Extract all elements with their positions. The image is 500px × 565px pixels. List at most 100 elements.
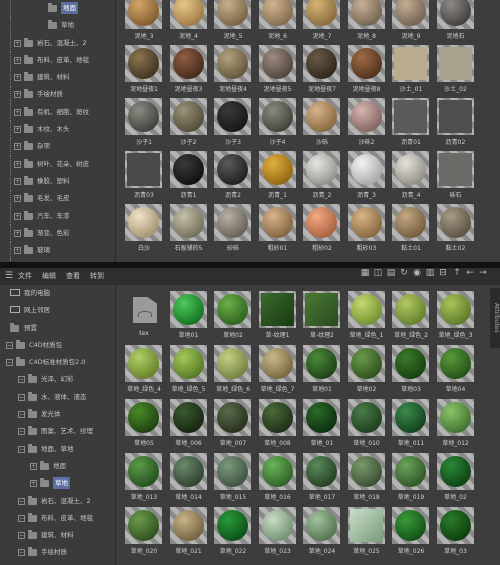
expand-icon[interactable]: −: [18, 376, 25, 384]
refresh-icon[interactable]: ↻: [399, 268, 409, 278]
material-thumbnail[interactable]: 草地01: [167, 291, 209, 341]
forward-arrow-icon[interactable]: →: [478, 268, 488, 278]
tree-item[interactable]: + 手绘材质: [0, 86, 115, 104]
top-folder-tree[interactable]: 地面 草地 + 岩石、混凝土、2 + 布料、皮革、地毯 + 建筑、材料 + 手绘材质 + 有机、细胞、…: [0, 0, 116, 262]
material-thumbnail[interactable]: 草地_019: [389, 453, 431, 503]
material-thumbnail[interactable]: 泥地_5: [211, 0, 253, 42]
material-thumbnail[interactable]: 草地03: [389, 345, 431, 395]
material-thumbnail[interactable]: 草地_013: [122, 453, 164, 503]
menu-file[interactable]: 文件: [18, 268, 32, 285]
menu-view[interactable]: 查看: [66, 268, 80, 285]
tree-item[interactable]: + 玻璃: [0, 242, 115, 260]
material-thumbnail[interactable]: 沙土_02: [434, 45, 476, 95]
tree-item[interactable]: + 渐变、色彩: [0, 224, 115, 243]
material-thumbnail[interactable]: 草地_绿色_2: [389, 291, 431, 341]
expand-icon[interactable]: +: [30, 480, 37, 488]
material-thumbnail[interactable]: 草地_007: [211, 399, 253, 449]
attributes-side-tab[interactable]: Attributes: [490, 288, 500, 348]
expand-icon[interactable]: −: [18, 497, 25, 505]
material-thumbnail[interactable]: 草地_绿色_7: [256, 345, 298, 395]
list-icon[interactable]: ▤: [386, 268, 396, 278]
tree-item[interactable]: − 布料、皮革、地毯: [0, 510, 115, 527]
tree-item[interactable]: − 发光体: [0, 406, 115, 423]
expand-icon[interactable]: −: [18, 514, 25, 522]
material-thumbnail[interactable]: 砂砾: [211, 204, 253, 254]
tree-item[interactable]: − 手绘材质: [0, 544, 115, 561]
material-thumbnail[interactable]: 白沙: [122, 204, 164, 254]
material-thumbnail[interactable]: 草地_020: [122, 507, 164, 557]
collapse-icon[interactable]: ⊟: [438, 268, 448, 278]
folder-thumbnail[interactable]: tex: [122, 291, 164, 341]
material-thumbnail[interactable]: 草地_012: [434, 399, 476, 449]
material-thumbnail[interactable]: 沥青_4: [389, 151, 431, 201]
menu-icon[interactable]: ☰: [4, 271, 14, 281]
material-thumbnail[interactable]: 草地_024: [300, 507, 342, 557]
material-thumbnail[interactable]: 沥青2: [211, 151, 253, 201]
tree-item[interactable]: − 光泽、幻彩: [0, 371, 115, 388]
material-thumbnail[interactable]: 粗砂03: [345, 204, 387, 254]
material-thumbnail[interactable]: 草-纹理2: [300, 291, 342, 341]
up-arrow-icon[interactable]: ↑: [452, 268, 462, 278]
expand-icon[interactable]: +: [14, 177, 21, 185]
expand-icon[interactable]: −: [18, 411, 25, 419]
material-thumbnail[interactable]: 泥地昼夜4: [211, 45, 253, 95]
split-icon[interactable]: ◫: [373, 268, 383, 278]
tree-item[interactable]: − 水、液体、液态: [0, 389, 115, 406]
tree-item[interactable]: + 树叶、花朵、树皮: [0, 155, 115, 173]
material-thumbnail[interactable]: 泥地_3: [122, 0, 164, 42]
filter-icon[interactable]: ◉: [412, 268, 422, 278]
material-thumbnail[interactable]: 沥青01: [389, 98, 431, 148]
tree-item[interactable]: − C4D材质包: [0, 337, 115, 354]
expand-icon[interactable]: +: [14, 126, 21, 134]
material-thumbnail[interactable]: 沙砾2: [345, 98, 387, 148]
tree-item[interactable]: + 草地: [0, 475, 115, 492]
tree-item[interactable]: − 岩石、混凝土、2: [0, 493, 115, 510]
material-thumbnail[interactable]: 草地_017: [300, 453, 342, 503]
material-thumbnail[interactable]: 黏土02: [434, 204, 476, 254]
material-thumbnail[interactable]: 草地_绿色_3: [434, 291, 476, 341]
material-thumbnail[interactable]: 沙砾: [300, 98, 342, 148]
material-thumbnail[interactable]: 草地01: [300, 345, 342, 395]
tree-item[interactable]: − 地面、草地: [0, 441, 115, 458]
tree-item[interactable]: − C4D标准材质包2.0: [0, 354, 115, 371]
tree-item[interactable]: 网上邻居: [0, 302, 115, 319]
expand-icon[interactable]: −: [18, 428, 25, 436]
material-thumbnail[interactable]: 草地_绿色_1: [345, 291, 387, 341]
material-thumbnail[interactable]: 沙子4: [256, 98, 298, 148]
material-thumbnail[interactable]: 黏土01: [389, 204, 431, 254]
tree-item[interactable]: + 有机、细胞、斑纹: [0, 103, 115, 122]
expand-icon[interactable]: −: [18, 445, 25, 453]
material-thumbnail[interactable]: 草地_01: [300, 399, 342, 449]
material-thumbnail[interactable]: 沥青1: [167, 151, 209, 201]
expand-icon[interactable]: −: [6, 341, 13, 349]
material-thumbnail[interactable]: 草地02: [345, 345, 387, 395]
tree-item[interactable]: 地面: [0, 0, 115, 18]
material-thumbnail[interactable]: 草地_022: [211, 507, 253, 557]
material-thumbnail[interactable]: 沥青03: [122, 151, 164, 201]
material-thumbnail[interactable]: 泥地_9: [389, 0, 431, 42]
material-thumbnail[interactable]: 砾石: [434, 151, 476, 201]
material-thumbnail[interactable]: 草地_03: [434, 507, 476, 557]
material-thumbnail[interactable]: 泥地_7: [300, 0, 342, 42]
material-thumbnail[interactable]: 沥青_1: [256, 151, 298, 201]
material-thumbnail[interactable]: 草地_025: [345, 507, 387, 557]
expand-icon[interactable]: +: [14, 160, 21, 168]
tree-item[interactable]: + 布料、皮革、地毯: [0, 51, 115, 70]
back-arrow-icon[interactable]: ←: [465, 268, 475, 278]
expand-icon[interactable]: +: [14, 91, 21, 99]
material-thumbnail[interactable]: 沙子2: [167, 98, 209, 148]
grid-view-icon[interactable]: ▦: [360, 268, 370, 278]
material-thumbnail[interactable]: 泥地石: [434, 0, 476, 42]
expand-icon[interactable]: +: [30, 462, 37, 470]
material-thumbnail[interactable]: 草地02: [211, 291, 253, 341]
material-thumbnail[interactable]: 草地_绿色_4: [122, 345, 164, 395]
material-thumbnail[interactable]: 沥青_2: [300, 151, 342, 201]
expand-icon[interactable]: +: [14, 39, 21, 47]
material-thumbnail[interactable]: 粗砂02: [300, 204, 342, 254]
tree-item[interactable]: + 杂项: [0, 138, 115, 156]
expand-icon[interactable]: −: [6, 359, 13, 367]
material-thumbnail[interactable]: 草地_016: [256, 453, 298, 503]
tree-item[interactable]: + 毛发、毛皮: [0, 190, 115, 208]
material-thumbnail[interactable]: 沙子3: [211, 98, 253, 148]
tree-item[interactable]: + 地面: [0, 458, 115, 475]
